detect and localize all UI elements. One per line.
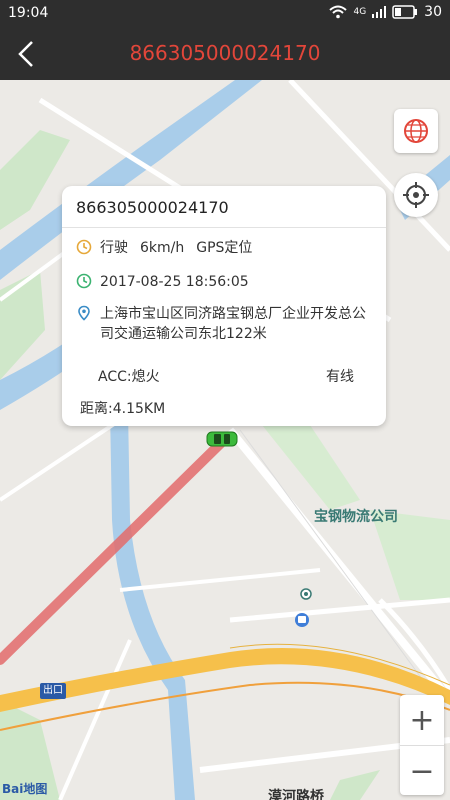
- vehicle-marker-icon[interactable]: [205, 429, 239, 449]
- popup-divider: [62, 227, 386, 228]
- battery-icon: [392, 5, 418, 19]
- time-icon: [76, 273, 92, 289]
- poi-label[interactable]: 宝钢物流公司: [314, 506, 398, 526]
- logo-text: Bai地图: [2, 782, 48, 796]
- map-layer-button[interactable]: [394, 109, 438, 153]
- distance: 距离:4.15KM: [80, 401, 166, 417]
- vehicle-info-popup: 866305000024170 行驶 6km/h GPS定位 2017-08-2…: [62, 186, 386, 426]
- wifi-icon: [329, 5, 348, 19]
- speed-value: 6km/h: [140, 240, 185, 256]
- globe-icon: [404, 119, 428, 143]
- location-mode: GPS定位: [196, 240, 253, 256]
- street-label: 漠河路桥: [268, 789, 324, 800]
- popup-device-id: 866305000024170: [76, 198, 229, 217]
- network-label: 4G: [353, 7, 367, 17]
- signal-icon: [372, 6, 387, 18]
- address: 上海市宝山区同济路宝钢总厂企业开发总公司交通运输公司东北122米: [100, 306, 366, 342]
- location-pin-icon: [78, 305, 90, 321]
- nav-bar: 866305000024170: [0, 28, 450, 80]
- status-icons: 4G 30: [329, 4, 442, 20]
- motion-row: 行驶 6km/h GPS定位: [76, 238, 374, 258]
- motion-status: 行驶: [100, 240, 128, 256]
- clock-icon: [76, 239, 92, 255]
- connection-type: 有线: [326, 369, 354, 385]
- time-row: 2017-08-25 18:56:05: [76, 272, 374, 292]
- timestamp: 2017-08-25 18:56:05: [100, 274, 249, 290]
- zoom-in-button[interactable]: +: [400, 695, 444, 745]
- locate-button[interactable]: [394, 173, 438, 217]
- baidu-map-logo: Bai地图: [2, 780, 47, 797]
- battery-level: 30: [424, 4, 442, 20]
- exit-sign: 出口: [40, 683, 66, 699]
- page-title: 866305000024170: [129, 41, 321, 65]
- crosshair-icon: [403, 182, 429, 208]
- zoom-control: + −: [400, 695, 444, 795]
- acc-status: ACC:熄火: [98, 369, 160, 385]
- status-bar: 19:04 4G 30: [0, 0, 450, 28]
- poi-dot-icon: [300, 588, 312, 600]
- status-time: 19:04: [8, 5, 49, 21]
- address-row: 上海市宝山区同济路宝钢总厂企业开发总公司交通运输公司东北122米: [76, 304, 374, 344]
- bus-stop-icon: [295, 613, 309, 627]
- zoom-out-button[interactable]: −: [400, 746, 444, 796]
